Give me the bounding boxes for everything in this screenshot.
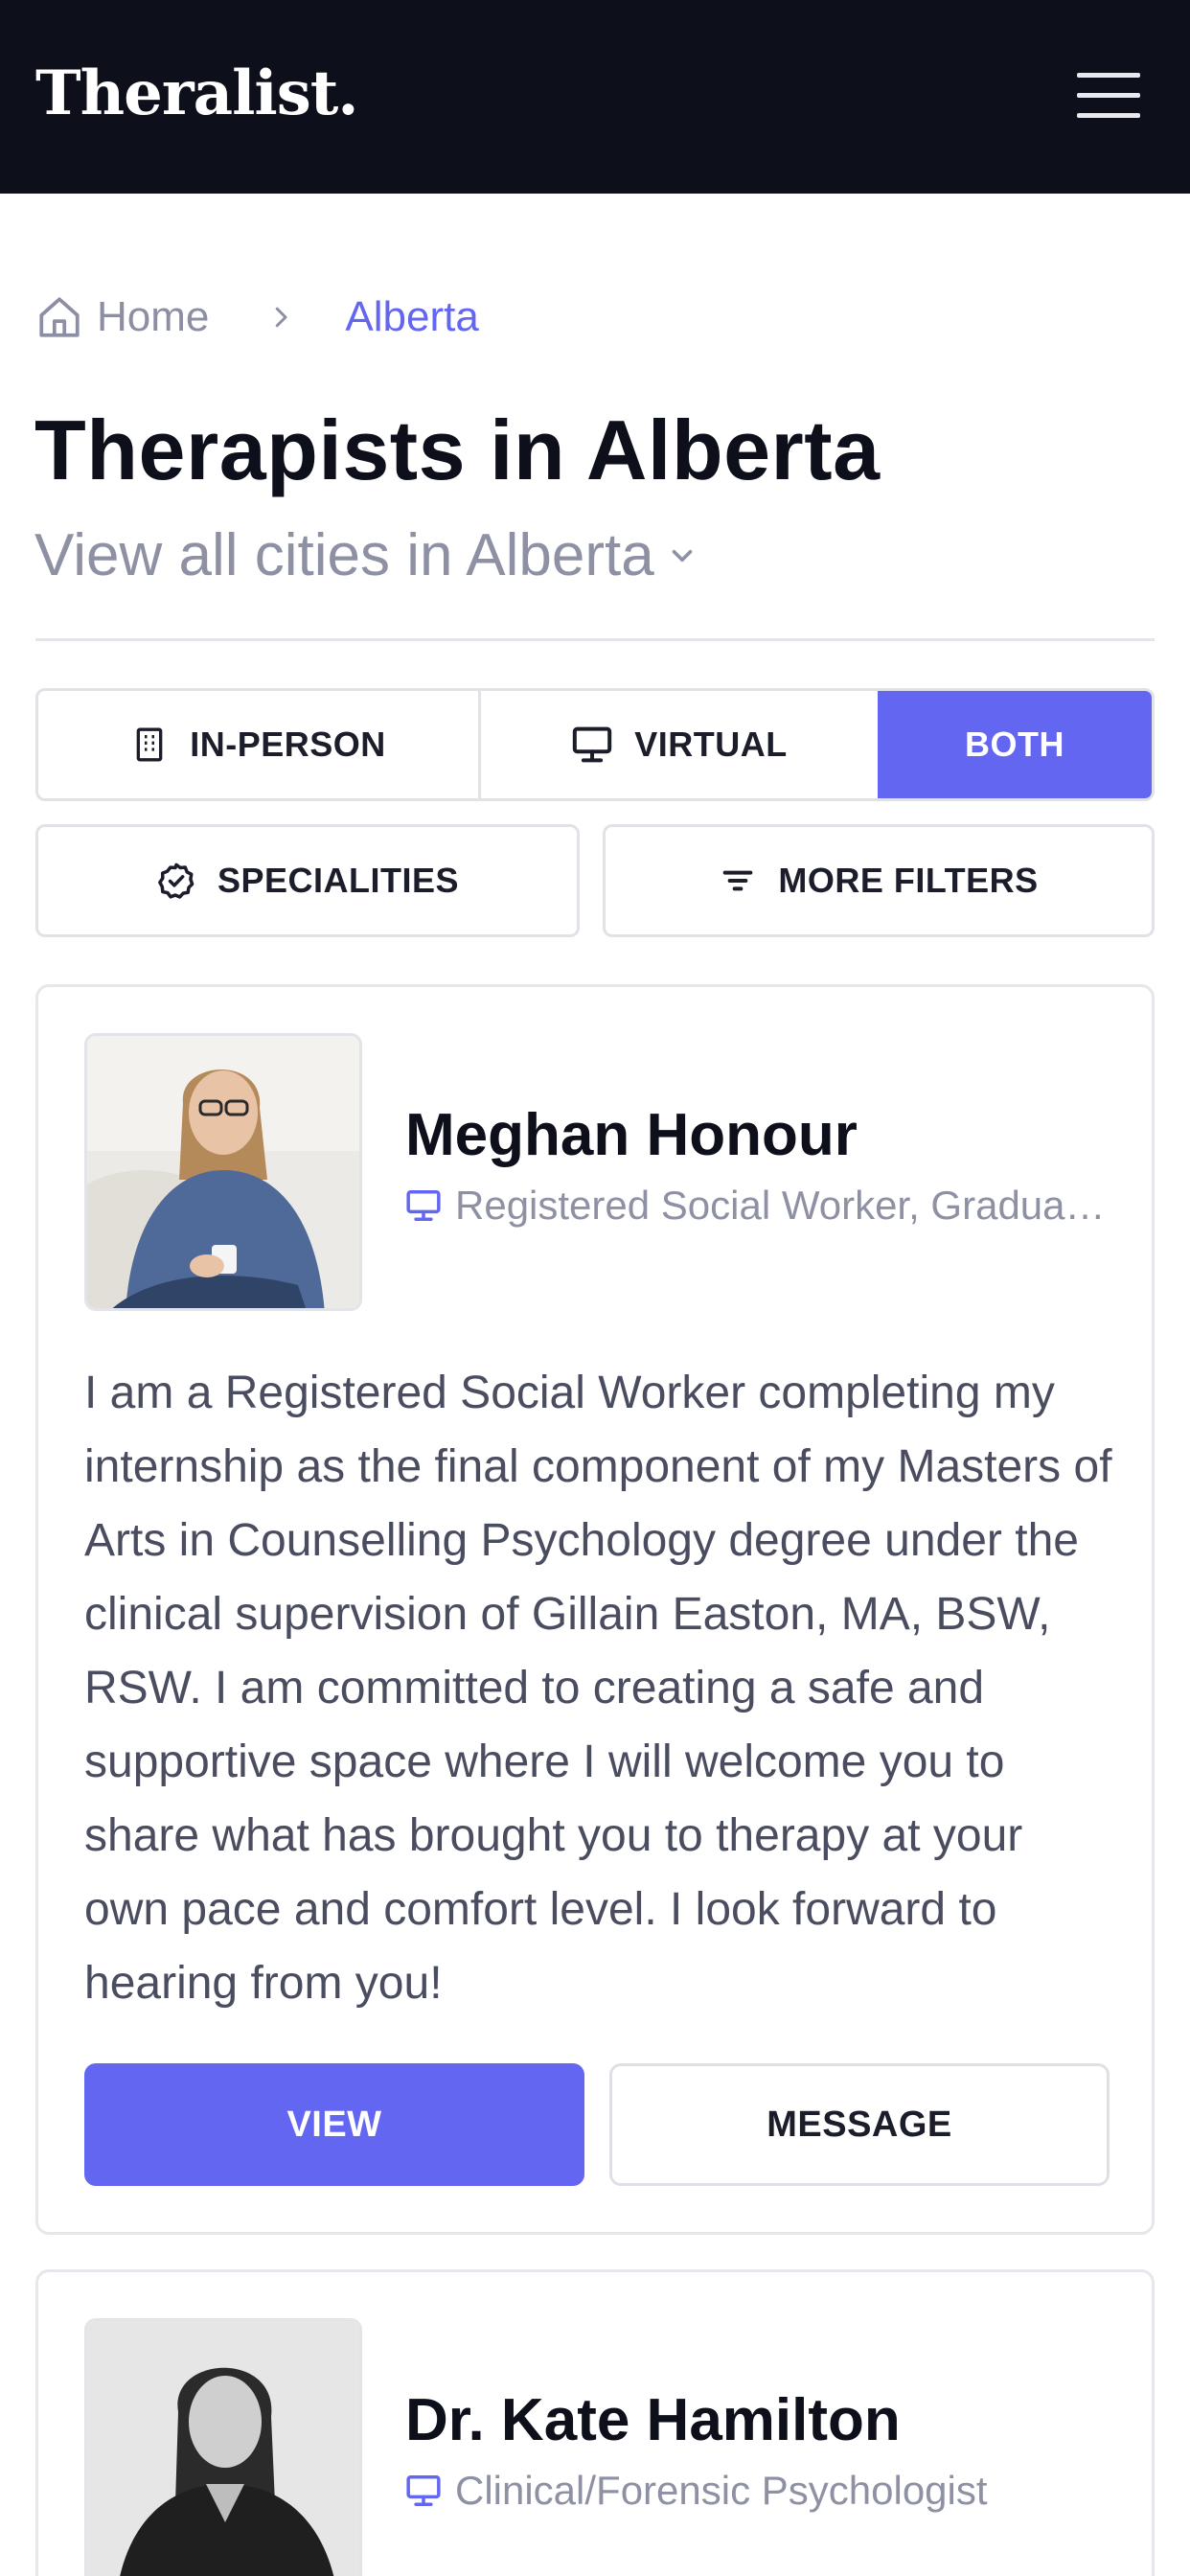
in-person-label: IN-PERSON xyxy=(190,724,386,764)
building-icon xyxy=(136,727,163,762)
monitor-icon xyxy=(573,726,612,763)
monitor-icon xyxy=(406,1190,441,1221)
specialities-label: SPECIALITIES xyxy=(217,861,460,900)
chevron-right-icon xyxy=(276,307,287,328)
therapist-bio: I am a Registered Social Worker completi… xyxy=(84,1368,1112,2009)
message-button[interactable]: MESSAGE xyxy=(609,2063,1110,2186)
virtual-label: VIRTUAL xyxy=(634,724,788,764)
badge-check-icon xyxy=(158,862,195,899)
view-cities-dropdown[interactable]: View all cities in Alberta xyxy=(34,518,698,594)
therapist-credentials: Registered Social Worker, Graduate Stude… xyxy=(405,1179,1114,1232)
therapist-card[interactable]: Dr. Kate Hamilton Clinical/Forensic Psyc… xyxy=(35,2269,1155,2576)
page-title: Therapists in Alberta xyxy=(34,402,881,497)
filter-lines-icon xyxy=(722,870,753,891)
therapist-name[interactable]: Dr. Kate Hamilton xyxy=(405,2382,901,2459)
breadcrumb-home-link[interactable]: Home xyxy=(97,293,209,341)
breadcrumb: Home Alberta xyxy=(35,284,479,351)
hamburger-menu-icon[interactable] xyxy=(1077,69,1144,123)
both-option-selected[interactable]: BOTH xyxy=(878,691,1152,798)
portrait-image xyxy=(87,2321,359,2576)
both-label: BOTH xyxy=(965,724,1064,764)
therapist-photo[interactable] xyxy=(84,1033,362,1311)
credentials-text: Clinical/Forensic Psychologist xyxy=(455,2468,988,2513)
session-type-toggle: IN-PERSON VIRTUAL BOTH xyxy=(35,688,1155,801)
in-person-option[interactable]: IN-PERSON xyxy=(38,691,481,798)
theralist-logo[interactable]: Theralist. xyxy=(35,56,359,132)
view-cities-label: View all cities in Alberta xyxy=(34,522,654,588)
view-profile-button[interactable]: VIEW xyxy=(84,2063,584,2186)
therapist-card[interactable]: Meghan Honour Registered Social Worker, … xyxy=(35,984,1155,2235)
therapist-credentials: Clinical/Forensic Psychologist xyxy=(405,2464,1114,2518)
more-filters-label: MORE FILTERS xyxy=(778,861,1039,900)
portrait-image xyxy=(87,1036,359,1308)
virtual-option[interactable]: VIRTUAL xyxy=(481,691,878,798)
chevron-down-icon xyxy=(672,549,693,563)
breadcrumb-current-alberta[interactable]: Alberta xyxy=(345,293,478,341)
more-filters-button[interactable]: MORE FILTERS xyxy=(603,824,1155,937)
section-divider xyxy=(35,638,1155,641)
home-icon[interactable] xyxy=(35,293,83,341)
therapist-name[interactable]: Meghan Honour xyxy=(405,1097,858,1174)
top-navigation-bar: Theralist. xyxy=(0,0,1190,194)
therapist-photo[interactable] xyxy=(84,2318,362,2576)
credentials-text: Registered Social Worker, Graduate Stude… xyxy=(455,1183,1114,1228)
specialities-button[interactable]: SPECIALITIES xyxy=(35,824,580,937)
monitor-icon xyxy=(406,2475,441,2506)
